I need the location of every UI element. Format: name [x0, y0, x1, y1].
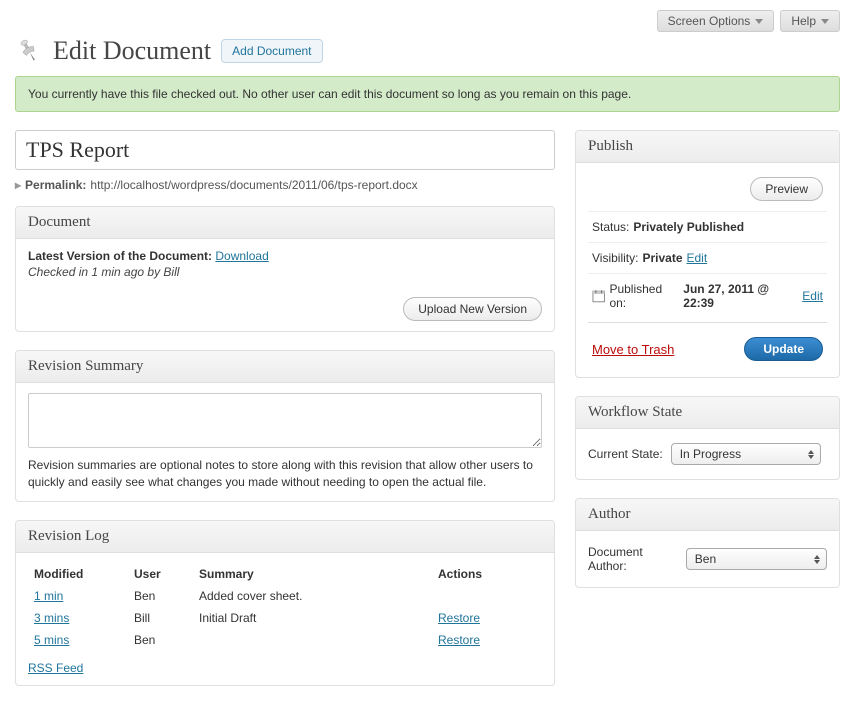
edit-visibility-link[interactable]: Edit — [687, 251, 708, 265]
move-to-trash-link[interactable]: Move to Trash — [592, 342, 674, 357]
pushpin-icon — [15, 37, 43, 65]
col-actions: Actions — [432, 563, 542, 585]
workflow-state-box: Workflow State Current State: In Progres… — [575, 396, 840, 480]
revision-time-link[interactable]: 5 mins — [34, 633, 69, 647]
workflow-state-label: Current State: — [588, 447, 663, 461]
author-box: Author Document Author: Ben — [575, 498, 840, 588]
revision-log-box: Revision Log Modified User Summary Actio… — [15, 520, 555, 686]
revision-user: Ben — [128, 585, 193, 607]
restore-link[interactable]: Restore — [438, 633, 480, 647]
author-select[interactable]: Ben — [686, 548, 827, 570]
revision-summary-help: Revision summaries are optional notes to… — [28, 457, 542, 491]
table-row: 3 mins Bill Initial Draft Restore — [28, 607, 542, 629]
table-row: 5 mins Ben Restore — [28, 629, 542, 651]
revision-action — [432, 585, 542, 607]
add-document-button[interactable]: Add Document — [221, 39, 322, 63]
chevron-down-icon — [821, 19, 829, 24]
permalink-row: ▸ Permalink: http://localhost/wordpress/… — [15, 178, 555, 192]
revision-summary-box: Revision Summary Revision summaries are … — [15, 350, 555, 502]
permalink-url: http://localhost/wordpress/documents/201… — [90, 178, 417, 192]
restore-link[interactable]: Restore — [438, 611, 480, 625]
col-summary: Summary — [193, 563, 432, 585]
latest-version-label: Latest Version of the Document: — [28, 249, 212, 263]
visibility-label: Visibility: — [592, 251, 638, 265]
edit-publish-date-link[interactable]: Edit — [802, 289, 823, 303]
workflow-state-value: In Progress — [680, 447, 741, 461]
download-link[interactable]: Download — [215, 249, 268, 263]
rss-feed-link[interactable]: RSS Feed — [28, 661, 83, 675]
author-value: Ben — [695, 552, 716, 566]
select-arrows-icon — [814, 555, 820, 564]
published-value: Jun 27, 2011 @ 22:39 — [683, 282, 798, 310]
author-heading: Author — [576, 499, 839, 531]
revision-summary-textarea[interactable] — [28, 393, 542, 448]
workflow-state-select[interactable]: In Progress — [671, 443, 821, 465]
revision-summary: Initial Draft — [193, 607, 432, 629]
revision-user: Ben — [128, 629, 193, 651]
revision-time-link[interactable]: 1 min — [34, 589, 63, 603]
revision-log-heading: Revision Log — [16, 521, 554, 553]
page-title: Edit Document — [53, 36, 211, 66]
update-button[interactable]: Update — [744, 337, 823, 361]
upload-new-version-button[interactable]: Upload New Version — [403, 297, 542, 321]
screen-meta-tabs: Screen Options Help — [15, 10, 840, 32]
checkout-notice: You currently have this file checked out… — [15, 76, 840, 112]
publish-heading: Publish — [576, 131, 839, 163]
revision-summary — [193, 629, 432, 651]
document-box-heading: Document — [16, 207, 554, 239]
publish-box: Publish Preview Status: Privately Publis… — [575, 130, 840, 378]
col-modified: Modified — [28, 563, 128, 585]
revision-time-link[interactable]: 3 mins — [34, 611, 69, 625]
document-box: Document Latest Version of the Document:… — [15, 206, 555, 332]
screen-options-label: Screen Options — [668, 14, 751, 28]
author-label: Document Author: — [588, 545, 678, 573]
revision-log-table: Modified User Summary Actions 1 min Ben … — [28, 563, 542, 651]
published-label: Published on: — [609, 282, 679, 310]
preview-button[interactable]: Preview — [750, 177, 823, 201]
page-header: Edit Document Add Document — [15, 36, 840, 66]
help-label: Help — [791, 14, 816, 28]
visibility-value: Private — [642, 251, 682, 265]
checked-in-info: Checked in 1 min ago by Bill — [28, 265, 542, 279]
add-document-label: Add Document — [232, 44, 311, 58]
chevron-down-icon — [755, 19, 763, 24]
revision-summary-heading: Revision Summary — [16, 351, 554, 383]
revision-summary: Added cover sheet. — [193, 585, 432, 607]
workflow-heading: Workflow State — [576, 397, 839, 429]
status-label: Status: — [592, 220, 629, 234]
revision-user: Bill — [128, 607, 193, 629]
document-title-input[interactable] — [15, 130, 555, 170]
status-value: Privately Published — [633, 220, 744, 234]
table-row: 1 min Ben Added cover sheet. — [28, 585, 542, 607]
help-tab[interactable]: Help — [780, 10, 840, 32]
select-arrows-icon — [808, 450, 814, 459]
chevron-right-icon: ▸ — [15, 178, 21, 192]
screen-options-tab[interactable]: Screen Options — [657, 10, 775, 32]
permalink-label: Permalink: — [25, 178, 86, 192]
calendar-icon — [592, 289, 605, 303]
col-user: User — [128, 563, 193, 585]
